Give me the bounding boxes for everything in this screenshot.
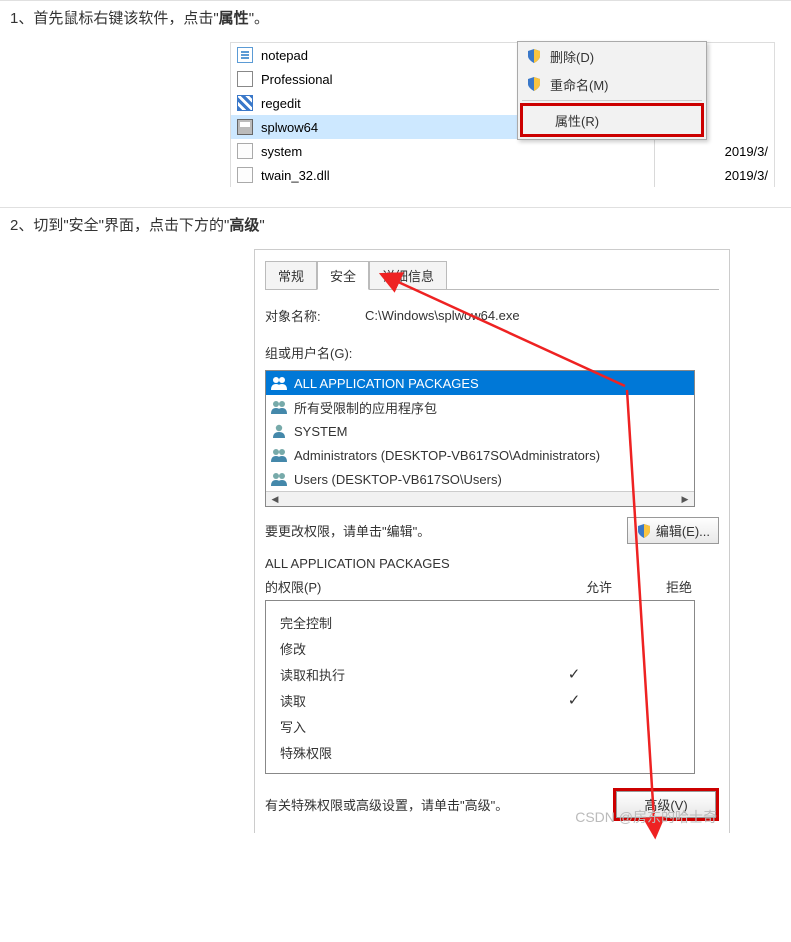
object-value: C:\Windows\splwow64.exe	[365, 308, 520, 323]
step1-bold: 属性	[219, 10, 249, 27]
properties-dialog: 常规 安全 详细信息 对象名称: C:\Windows\splwow64.exe…	[254, 249, 730, 833]
scroll-left-icon[interactable]: ◀	[266, 492, 284, 506]
tab-details[interactable]: 详细信息	[369, 261, 447, 290]
user-icon	[270, 423, 288, 439]
step1-before: 1、首先鼠标右键该软件，点击"	[10, 10, 219, 27]
check-icon: ✓	[534, 665, 614, 683]
file-row[interactable]: notepad	[231, 43, 531, 67]
group-row[interactable]: 所有受限制的应用程序包	[266, 395, 694, 419]
horizontal-scrollbar[interactable]: ◀ ▶	[266, 491, 694, 506]
step1-after: "。	[249, 10, 269, 27]
file-name: splwow64	[261, 120, 531, 135]
menu-rename-label: 重命名(M)	[550, 75, 609, 94]
edit-button[interactable]: 编辑(E)...	[627, 517, 719, 544]
file-name: twain_32.dll	[261, 168, 531, 183]
step-2-text: 2、切到"安全"界面，点击下方的"高级"	[0, 207, 791, 239]
perm-row: 读取✓	[266, 687, 694, 713]
file-row[interactable]: Professional	[231, 67, 531, 91]
tab-general[interactable]: 常规	[265, 261, 317, 290]
menu-separator	[522, 100, 702, 101]
edit-hint: 要更改权限，请单击"编辑"。	[265, 521, 430, 540]
step-1-text: 1、首先鼠标右键该软件，点击"属性"。	[0, 0, 791, 32]
group-name: SYSTEM	[294, 424, 347, 439]
highlight-box: 属性(R)	[520, 103, 704, 137]
document-icon	[237, 71, 253, 87]
file-name: system	[261, 144, 531, 159]
group-row-selected[interactable]: ALL APPLICATION PACKAGES	[266, 371, 694, 395]
shield-icon	[526, 48, 542, 64]
col-deny: 拒绝	[639, 577, 719, 596]
security-panel: 对象名称: C:\Windows\splwow64.exe 组或用户名(G): …	[265, 289, 719, 833]
groups-label: 组或用户名(G):	[265, 343, 352, 362]
group-row[interactable]: Administrators (DESKTOP-VB617SO\Administ…	[266, 443, 694, 467]
perm-title-2: 的权限(P)	[265, 577, 559, 596]
file-row[interactable]: regedit	[231, 91, 531, 115]
perm-row: 完全控制	[266, 609, 694, 635]
tab-bar: 常规 安全 详细信息	[255, 250, 729, 289]
scroll-right-icon[interactable]: ▶	[676, 492, 694, 506]
group-name: ALL APPLICATION PACKAGES	[294, 376, 479, 391]
file-name: regedit	[261, 96, 531, 111]
watermark: CSDN @房东的哈士奇	[575, 807, 717, 827]
group-row[interactable]: Users (DESKTOP-VB617SO\Users)	[266, 467, 694, 491]
perm-row: 修改	[266, 635, 694, 661]
group-icon	[270, 375, 288, 391]
object-label: 对象名称:	[265, 306, 365, 325]
file-list: notepad Professional regedit splwow64 sy…	[231, 43, 531, 187]
menu-delete-label: 删除(D)	[550, 47, 594, 66]
group-name: Administrators (DESKTOP-VB617SO\Administ…	[294, 448, 600, 463]
perm-title: ALL APPLICATION PACKAGES	[265, 556, 719, 571]
group-icon	[270, 399, 288, 415]
file-row-selected[interactable]: splwow64	[231, 115, 531, 139]
groups-listbox[interactable]: ALL APPLICATION PACKAGES 所有受限制的应用程序包 SYS…	[265, 370, 695, 507]
date-cell: 2019/3/	[655, 139, 774, 163]
context-menu: 删除(D) 重命名(M) 属性(R)	[517, 41, 707, 140]
system-icon	[237, 143, 253, 159]
menu-properties[interactable]: 属性(R)	[523, 106, 701, 134]
perm-row: 读取和执行✓	[266, 661, 694, 687]
date-cell: 2019/3/	[655, 163, 774, 187]
edit-button-label: 编辑(E)...	[656, 521, 710, 540]
file-name: notepad	[261, 48, 531, 63]
menu-properties-label: 属性(R)	[555, 111, 599, 130]
regedit-icon	[237, 95, 253, 111]
menu-delete[interactable]: 删除(D)	[518, 42, 706, 70]
tab-security[interactable]: 安全	[317, 261, 369, 290]
printer-icon	[237, 119, 253, 135]
group-icon	[270, 447, 288, 463]
permissions-box: 完全控制 修改 读取和执行✓ 读取✓ 写入 特殊权限	[265, 600, 695, 774]
dll-icon	[237, 167, 253, 183]
notepad-icon	[237, 47, 253, 63]
perm-row: 写入	[266, 713, 694, 739]
step2-bold: 高级	[229, 217, 259, 234]
check-icon: ✓	[534, 691, 614, 709]
explorer-screenshot: notepad Professional regedit splwow64 sy…	[230, 42, 775, 187]
file-row[interactable]: system	[231, 139, 531, 163]
perm-row: 特殊权限	[266, 739, 694, 765]
group-row[interactable]: SYSTEM	[266, 419, 694, 443]
col-allow: 允许	[559, 577, 639, 596]
shield-icon	[526, 76, 542, 92]
menu-rename[interactable]: 重命名(M)	[518, 70, 706, 98]
step2-before: 2、切到"安全"界面，点击下方的"	[10, 217, 229, 234]
group-name: 所有受限制的应用程序包	[294, 398, 437, 417]
group-icon	[270, 471, 288, 487]
group-name: Users (DESKTOP-VB617SO\Users)	[294, 472, 502, 487]
shield-icon	[636, 523, 652, 539]
advanced-hint: 有关特殊权限或高级设置，请单击"高级"。	[265, 795, 508, 814]
file-row[interactable]: twain_32.dll	[231, 163, 531, 187]
step2-after: "	[259, 217, 264, 234]
file-name: Professional	[261, 72, 531, 87]
